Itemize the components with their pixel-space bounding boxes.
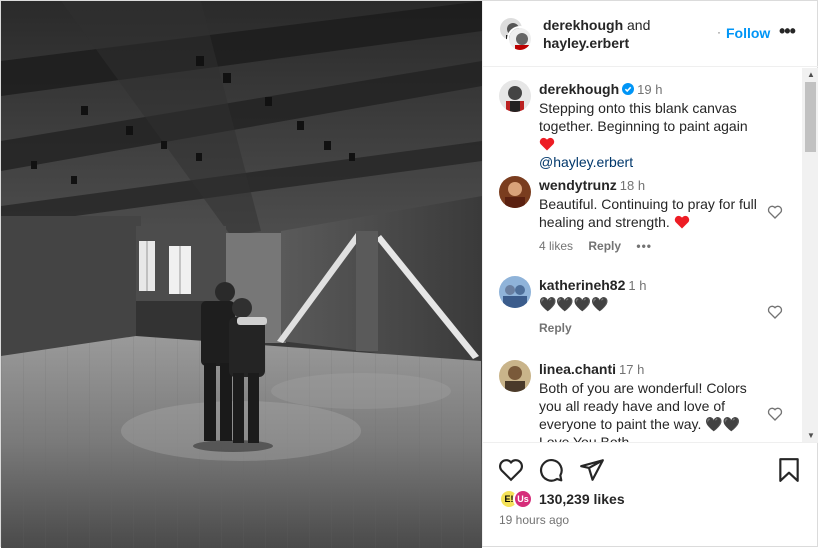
comments-scrollbar[interactable]: ▲ ▼	[802, 68, 818, 442]
caption-time[interactable]: 19 h	[637, 82, 662, 97]
comment-likes-count[interactable]: 4 likes	[539, 239, 573, 253]
save-bookmark-icon[interactable]	[776, 457, 802, 483]
header-and: and	[627, 17, 651, 33]
comment-avatar-katherineh82[interactable]	[499, 276, 531, 308]
comment-username[interactable]: katherineh82	[539, 277, 625, 293]
caption-text: Stepping onto this blank canvas together…	[539, 100, 748, 134]
like-comment-heart-icon[interactable]	[767, 204, 783, 220]
scroll-up-arrow-icon[interactable]: ▲	[807, 70, 815, 79]
post-photo[interactable]	[1, 1, 482, 548]
caption-username[interactable]: derekhough	[539, 81, 619, 97]
like-heart-icon[interactable]	[498, 457, 524, 483]
comment-username[interactable]: linea.chanti	[539, 361, 616, 377]
comment-text: Beautiful. Continuing to pray for full h…	[539, 196, 757, 230]
post-details-panel: derekhough and hayley.erbert · Follow ••…	[482, 1, 818, 546]
dance-studio-photo	[1, 1, 482, 548]
comment-bubble-icon[interactable]	[538, 457, 564, 483]
follow-button[interactable]: Follow	[726, 25, 770, 41]
scroll-thumb[interactable]	[805, 82, 816, 152]
post-timestamp[interactable]: 19 hours ago	[499, 513, 569, 527]
red-heart-emoji-icon	[539, 137, 555, 151]
avatar-hayley-erbert[interactable]	[507, 26, 533, 52]
liker-avatar-usweekly[interactable]: Us	[513, 489, 533, 509]
comment-text: Both of you are wonderful! Colors you al…	[539, 380, 747, 432]
comment-avatar-wendytrunz[interactable]	[499, 176, 531, 208]
comment-more-icon[interactable]: •••	[636, 239, 652, 253]
comments-list[interactable]: derekhough 19 h Stepping onto this blank …	[483, 68, 818, 442]
post-header: derekhough and hayley.erbert · Follow ••…	[483, 1, 818, 67]
comment-time[interactable]: 1 h	[628, 278, 646, 293]
comment-text: 🖤🖤🖤🖤	[539, 296, 609, 312]
header-username-2[interactable]: hayley.erbert	[543, 35, 629, 51]
caption-mention-link[interactable]: @hayley.erbert	[539, 154, 633, 170]
comment-text-continued: Love You Both	[539, 434, 630, 442]
post-actions: E! Us 130,239 likes 19 hours ago	[483, 442, 818, 546]
scroll-down-arrow-icon[interactable]: ▼	[807, 431, 815, 440]
like-comment-heart-icon[interactable]	[767, 406, 783, 422]
collab-names: derekhough and hayley.erbert	[543, 16, 650, 52]
share-send-icon[interactable]	[579, 457, 605, 483]
red-heart-emoji-icon	[674, 215, 689, 229]
verified-badge-icon	[622, 83, 635, 95]
header-username-1[interactable]: derekhough	[543, 17, 623, 33]
instagram-post: derekhough and hayley.erbert · Follow ••…	[0, 0, 818, 548]
comment-time[interactable]: 18 h	[620, 178, 645, 193]
more-options-icon[interactable]: •••	[779, 21, 796, 42]
collab-avatars[interactable]	[498, 16, 534, 52]
likes-count[interactable]: 130,239 likes	[539, 491, 625, 507]
header-separator: ·	[717, 25, 721, 39]
reply-button[interactable]: Reply	[588, 239, 621, 253]
like-comment-heart-icon[interactable]	[767, 304, 783, 320]
comment-avatar-linea-chanti[interactable]	[499, 360, 531, 392]
comment-username[interactable]: wendytrunz	[539, 177, 617, 193]
caption-avatar[interactable]	[499, 80, 531, 112]
comment-time[interactable]: 17 h	[619, 362, 644, 377]
reply-button[interactable]: Reply	[539, 321, 572, 335]
